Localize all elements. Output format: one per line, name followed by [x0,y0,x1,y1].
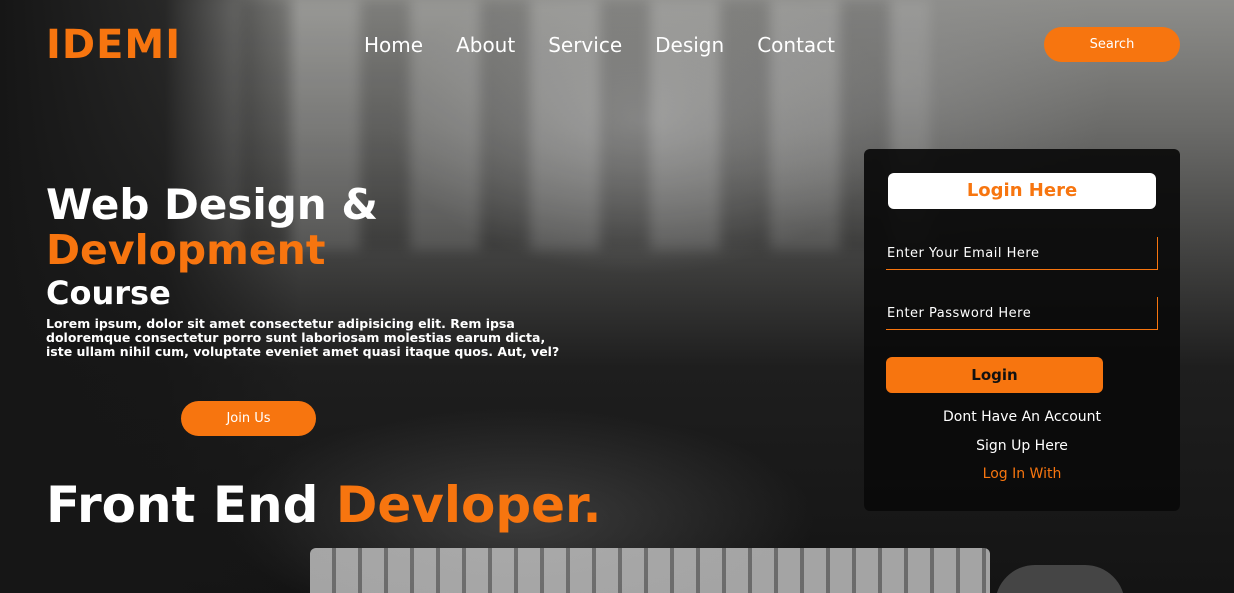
login-panel: Login Here Enter Your Email Here Enter P… [864,149,1180,511]
hero-tagline: Front End Devloper. [46,476,602,534]
email-field[interactable]: Enter Your Email Here [886,237,1158,270]
hero-title-line3: Course [46,274,171,312]
search-button[interactable]: Search [1044,27,1180,62]
no-account-text: Dont Have An Account [942,409,1102,425]
signup-link[interactable]: Sign Up Here [864,438,1180,454]
join-us-button[interactable]: Join Us [181,401,316,436]
login-with-link[interactable]: Log In With [864,466,1180,482]
nav-contact[interactable]: Contact [757,33,835,57]
login-title: Login Here [888,173,1156,209]
main-nav: Home About Service Design Contact [364,33,835,57]
nav-home[interactable]: Home [364,33,423,57]
hero-title-line1: Web Design & [46,180,378,229]
hero-title-line2: Devlopment [46,226,326,274]
tagline-orange: Devloper. [335,476,602,534]
nav-design[interactable]: Design [655,33,724,57]
hero-description: Lorem ipsum, dolor sit amet consectetur … [46,316,560,359]
brand-logo[interactable]: IDEMI [46,22,181,68]
nav-service[interactable]: Service [548,33,622,57]
login-button[interactable]: Login [886,357,1103,393]
nav-about[interactable]: About [456,33,515,57]
tagline-white: Front End [46,476,336,534]
password-field[interactable]: Enter Password Here [886,297,1158,330]
background-keyboard [310,548,990,593]
hero-title: Web Design & Devlopment Course [46,180,378,312]
